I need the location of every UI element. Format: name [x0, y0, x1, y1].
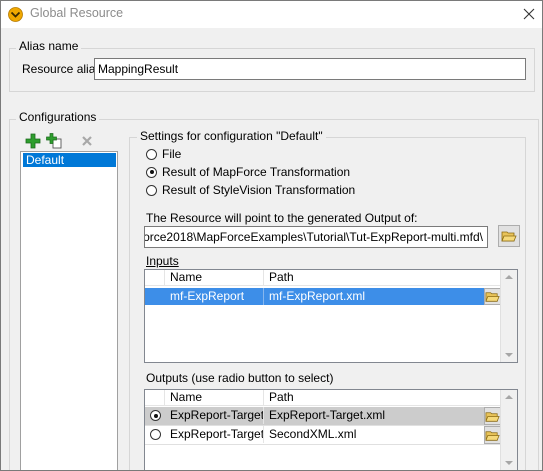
table-row[interactable]: ExpReport-Target ExpReport-Target.xml [145, 407, 502, 426]
title-bar: Global Resource [1, 1, 542, 28]
output-name-cell: ExpReport-Target [165, 407, 264, 424]
input-browse-button[interactable] [484, 288, 501, 305]
outputs-grid: Name Path ExpReport-Target ExpReport-Tar… [144, 389, 518, 470]
table-row[interactable]: mf-ExpReport mf-ExpReport.xml [145, 288, 502, 305]
configuration-item-default[interactable]: Default [23, 153, 116, 167]
radio-stylevision-label: Result of StyleVision Transformation [162, 183, 356, 197]
scroll-down-icon[interactable] [505, 461, 513, 465]
settings-group-label: Settings for configuration "Default" [137, 129, 326, 143]
alias-group-label: Alias name [16, 39, 82, 53]
radio-file[interactable] [146, 148, 157, 160]
radio-mapforce-row[interactable]: Result of MapForce Transformation [146, 164, 350, 180]
folder-open-icon [501, 231, 517, 242]
inputs-grid: Name Path mf-ExpReport mf-ExpReport.xml [144, 269, 518, 363]
scroll-up-icon[interactable] [505, 395, 513, 399]
outputs-label: Outputs (use radio button to select) [146, 371, 334, 385]
folder-open-icon [485, 431, 500, 441]
outputs-header-path: Path [264, 390, 502, 406]
radio-mapforce-label: Result of MapForce Transformation [162, 165, 351, 179]
browse-mapping-button[interactable] [498, 225, 520, 247]
output-name-cell: ExpReport-Target [165, 426, 264, 443]
scroll-up-icon[interactable] [505, 275, 513, 279]
scroll-down-icon[interactable] [505, 353, 513, 357]
folder-open-icon [485, 292, 500, 302]
output-path-cell: SecondXML.xml [269, 427, 357, 441]
window-title: Global Resource [30, 6, 124, 20]
altova-chevron-icon [8, 7, 23, 22]
add-configuration-icon[interactable] [25, 133, 41, 149]
output-browse-button[interactable] [484, 407, 501, 425]
input-path-cell: mf-ExpReport.xml [269, 289, 366, 303]
configurations-group-label: Configurations [16, 110, 100, 124]
mapping-path-field[interactable]: \MapForce2018\MapForceExamples\Tutorial\… [144, 226, 488, 248]
inputs-scrollbar[interactable] [500, 270, 517, 362]
configuration-list[interactable]: Default [20, 151, 118, 470]
inputs-label: Inputs [146, 254, 179, 268]
inputs-header-blank [145, 270, 165, 286]
output-pointer-label: The Resource will point to the generated… [146, 211, 418, 225]
copy-configuration-icon[interactable] [46, 133, 62, 149]
radio-file-row[interactable]: File [146, 146, 181, 162]
table-row[interactable]: ExpReport-Target SecondXML.xml [145, 426, 502, 445]
output-path-cell: ExpReport-Target.xml [269, 408, 386, 422]
outputs-scrollbar[interactable] [500, 390, 517, 470]
output-select-radio[interactable] [150, 429, 161, 440]
inputs-header-path: Path [264, 270, 502, 286]
radio-file-label: File [162, 147, 182, 161]
folder-open-icon [485, 412, 500, 422]
inputs-header-name: Name [165, 270, 264, 286]
radio-stylevision-row[interactable]: Result of StyleVision Transformation [146, 182, 355, 198]
output-select-radio[interactable] [150, 410, 161, 421]
delete-configuration-icon[interactable] [79, 133, 95, 149]
radio-mapforce[interactable] [146, 166, 157, 178]
radio-stylevision[interactable] [146, 184, 157, 196]
resource-alias-label: Resource alias: [22, 62, 105, 76]
resource-alias-input[interactable]: MappingResult [94, 58, 526, 80]
input-name-cell: mf-ExpReport [165, 288, 264, 305]
outputs-header-name: Name [165, 390, 264, 406]
close-icon[interactable] [519, 4, 539, 24]
output-browse-button[interactable] [484, 426, 501, 444]
global-resource-dialog: Global Resource Alias name Resource alia… [0, 0, 543, 471]
outputs-header-blank [145, 390, 165, 406]
